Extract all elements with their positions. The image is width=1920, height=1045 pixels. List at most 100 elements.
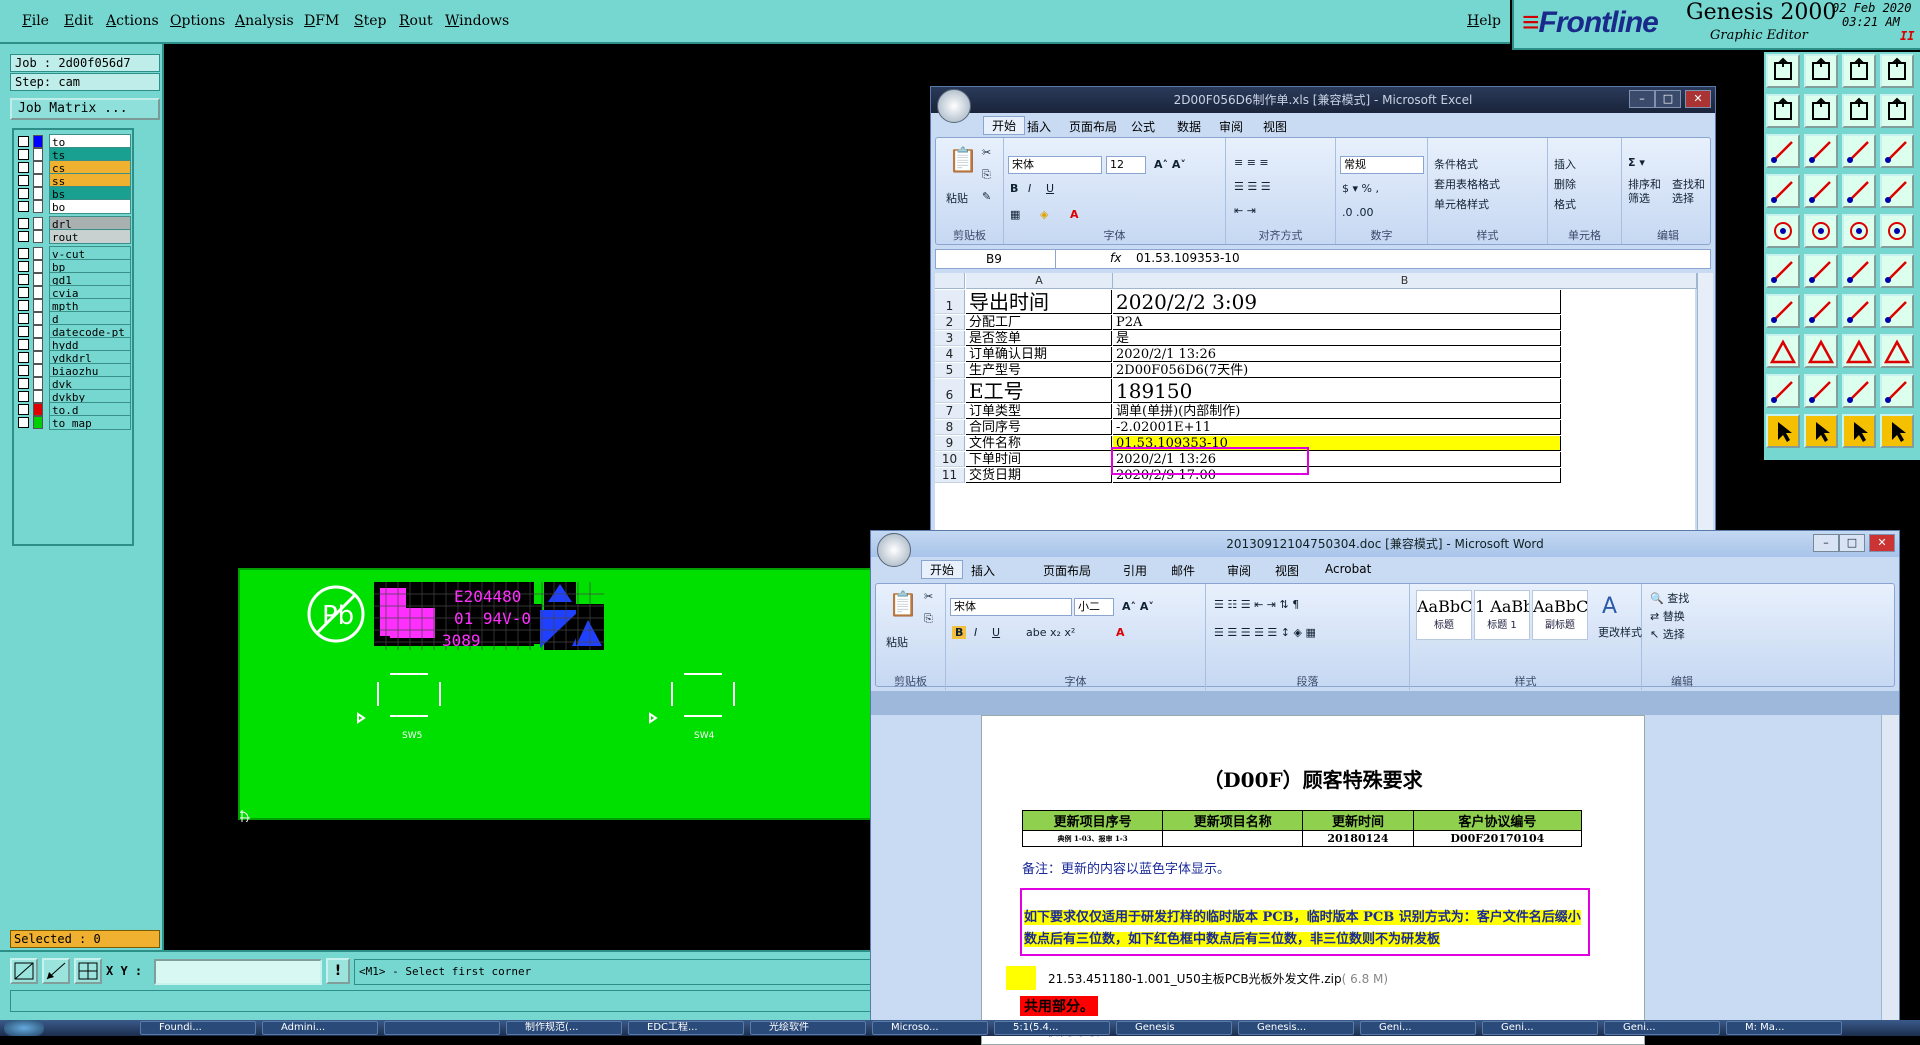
word-close-button[interactable]: ✕ bbox=[1869, 534, 1895, 552]
word-font-select[interactable]: 宋体 bbox=[950, 598, 1072, 616]
job-matrix-button[interactable]: Job Matrix ... bbox=[10, 98, 160, 120]
word-tab[interactable]: Acrobat bbox=[1325, 562, 1371, 576]
word-document-page[interactable]: （D00F）顾客特殊要求 更新项目序号 更新项目名称 更新时间 客户协议编号 典… bbox=[981, 715, 1645, 1045]
taskbar-item[interactable]: 5:1(5.4... bbox=[994, 1021, 1110, 1035]
change-styles-icon[interactable]: A bbox=[1602, 594, 1617, 619]
menu-edit[interactable]: Edit bbox=[64, 13, 93, 29]
cell-a[interactable]: E工号 bbox=[966, 379, 1112, 403]
info-button[interactable]: ! bbox=[326, 958, 350, 984]
word-tab[interactable]: 页面布局 bbox=[1043, 562, 1091, 579]
taskbar-item[interactable]: Microso... bbox=[872, 1021, 988, 1035]
add-pad-tool-button[interactable] bbox=[1766, 254, 1800, 288]
row-number[interactable]: 5 bbox=[935, 363, 965, 378]
word-paste-button[interactable]: 粘贴 bbox=[886, 634, 908, 650]
menu-windows[interactable]: Windows bbox=[445, 13, 509, 29]
net-tool-button[interactable] bbox=[1842, 174, 1876, 208]
xy-input[interactable] bbox=[154, 959, 322, 985]
taskbar-item[interactable]: 光绘软件 bbox=[750, 1021, 866, 1035]
table-format-button[interactable]: 套用表格格式 bbox=[1434, 176, 1500, 192]
cut-icon[interactable]: ✂ bbox=[982, 146, 991, 159]
cell-a[interactable]: 分配工厂 bbox=[966, 315, 1112, 330]
border-icon[interactable]: ▦ bbox=[1010, 208, 1020, 221]
layer-checkbox[interactable] bbox=[18, 391, 29, 402]
fx-icon[interactable]: fx bbox=[1110, 251, 1121, 265]
word-bold-icon[interactable]: B bbox=[952, 626, 967, 639]
change-styles-button[interactable]: 更改样式 bbox=[1598, 624, 1642, 640]
row-number[interactable]: 9 bbox=[935, 436, 965, 451]
pointer-3-tool-button[interactable] bbox=[1842, 414, 1876, 448]
layer-checkbox[interactable] bbox=[18, 149, 29, 160]
word-minimize-button[interactable]: – bbox=[1813, 534, 1839, 552]
replace-button[interactable]: ⇄ 替换 bbox=[1650, 608, 1685, 624]
percent-icon[interactable]: $ ▾ % , bbox=[1342, 182, 1379, 195]
spreadsheet-grid[interactable]: A B 1 导出时间 2020/2/2 3:09 2 分配工厂 P2A 3 是否签单是 4 订单确… bbox=[935, 273, 1697, 533]
word-tab[interactable]: 审阅 bbox=[1227, 562, 1251, 579]
number-format-select[interactable]: 常规 bbox=[1340, 156, 1424, 174]
menu-dfm[interactable]: DFM bbox=[304, 13, 339, 29]
layer-color-swatch[interactable] bbox=[33, 230, 43, 243]
route-2-tool-button[interactable] bbox=[1880, 254, 1914, 288]
pad-tool-button[interactable] bbox=[1766, 214, 1800, 248]
cell-a[interactable]: 导出时间 bbox=[966, 290, 1112, 314]
menu-file[interactable]: File bbox=[22, 13, 49, 29]
layer-checkbox[interactable] bbox=[18, 201, 29, 212]
taskbar-item[interactable]: Geni... bbox=[1604, 1021, 1720, 1035]
excel-tab[interactable]: 审阅 bbox=[1219, 118, 1243, 135]
layer-checkbox[interactable] bbox=[18, 378, 29, 389]
pan-tool-button[interactable] bbox=[1804, 174, 1838, 208]
row-number[interactable]: 7 bbox=[935, 404, 965, 419]
measure-tool-button[interactable] bbox=[42, 958, 70, 984]
profile-tool-button[interactable] bbox=[1766, 174, 1800, 208]
taskbar-item[interactable]: 制作规范(... bbox=[506, 1021, 622, 1035]
underline-icon[interactable]: U bbox=[1046, 182, 1054, 195]
taskbar-item[interactable]: Genesis... bbox=[1238, 1021, 1354, 1035]
sort-filter-button[interactable]: 排序和 筛选 bbox=[1628, 178, 1661, 206]
word-cut-icon[interactable]: ✂ bbox=[924, 590, 933, 603]
row-number[interactable]: 4 bbox=[935, 347, 965, 362]
word-maximize-button[interactable]: □ bbox=[1839, 534, 1865, 552]
cell-b[interactable]: P2A bbox=[1113, 315, 1561, 330]
conditional-format-button[interactable]: 条件格式 bbox=[1434, 156, 1478, 172]
word-underline-icon[interactable]: U bbox=[992, 626, 1000, 639]
font-color-icon[interactable]: A bbox=[1070, 208, 1079, 221]
triangle-2-tool-button[interactable] bbox=[1804, 374, 1838, 408]
excel-maximize-button[interactable]: □ bbox=[1655, 90, 1681, 108]
layer-checkbox[interactable] bbox=[18, 339, 29, 350]
excel-tab[interactable]: 数据 bbox=[1177, 118, 1201, 135]
layer-checkbox[interactable] bbox=[18, 313, 29, 324]
start-button[interactable] bbox=[4, 1020, 44, 1036]
help-tool-button[interactable] bbox=[1880, 54, 1914, 88]
pointer-2-tool-button[interactable] bbox=[1804, 414, 1838, 448]
cell-a[interactable]: 文件名称 bbox=[966, 436, 1112, 451]
layer-row[interactable]: rout bbox=[16, 229, 132, 244]
word-font-color-icon[interactable]: A bbox=[1116, 626, 1125, 639]
line-h-tool-button[interactable] bbox=[1804, 334, 1838, 368]
triangle-tool-button[interactable] bbox=[1766, 374, 1800, 408]
cell-b[interactable]: -2.02001E+11 bbox=[1113, 420, 1561, 435]
layer-checkbox[interactable] bbox=[18, 188, 29, 199]
excel-tab[interactable]: 开始 bbox=[983, 116, 1026, 135]
taskbar-item[interactable]: Geni... bbox=[1360, 1021, 1476, 1035]
layer-checkbox[interactable] bbox=[18, 231, 29, 242]
cell-b[interactable]: 2020/2/2 3:09 bbox=[1113, 290, 1561, 314]
taskbar-item[interactable] bbox=[384, 1021, 500, 1035]
layer-checkbox[interactable] bbox=[18, 300, 29, 311]
align-icons[interactable]: ☰ ☰ ☰ ☰ ☰ ↕ ◈ ▦ bbox=[1214, 626, 1316, 639]
format-painter-icon[interactable]: ✎ bbox=[982, 190, 991, 203]
triangle-4-tool-button[interactable] bbox=[1880, 374, 1914, 408]
zoom-tool-button[interactable] bbox=[10, 958, 38, 984]
word-italic-icon[interactable]: I bbox=[974, 626, 977, 639]
line-tool-tool-button[interactable] bbox=[1842, 214, 1876, 248]
taskbar-item[interactable]: EDC工程... bbox=[628, 1021, 744, 1035]
layer-name[interactable]: to_map bbox=[49, 415, 131, 430]
row-number[interactable]: 10 bbox=[935, 452, 965, 467]
word-tab[interactable]: 插入 bbox=[971, 562, 995, 579]
cell-a[interactable]: 下单时间 bbox=[966, 452, 1112, 467]
cell-a[interactable]: 订单类型 bbox=[966, 404, 1112, 419]
taskbar-item[interactable]: Geni... bbox=[1482, 1021, 1598, 1035]
move-right-tool-button[interactable] bbox=[1804, 94, 1838, 128]
row-number[interactable]: 3 bbox=[935, 331, 965, 346]
decimal-icon[interactable]: .0 .00 bbox=[1342, 206, 1374, 219]
layer-checkbox[interactable] bbox=[18, 218, 29, 229]
format-cells-button[interactable]: 格式 bbox=[1554, 196, 1576, 212]
